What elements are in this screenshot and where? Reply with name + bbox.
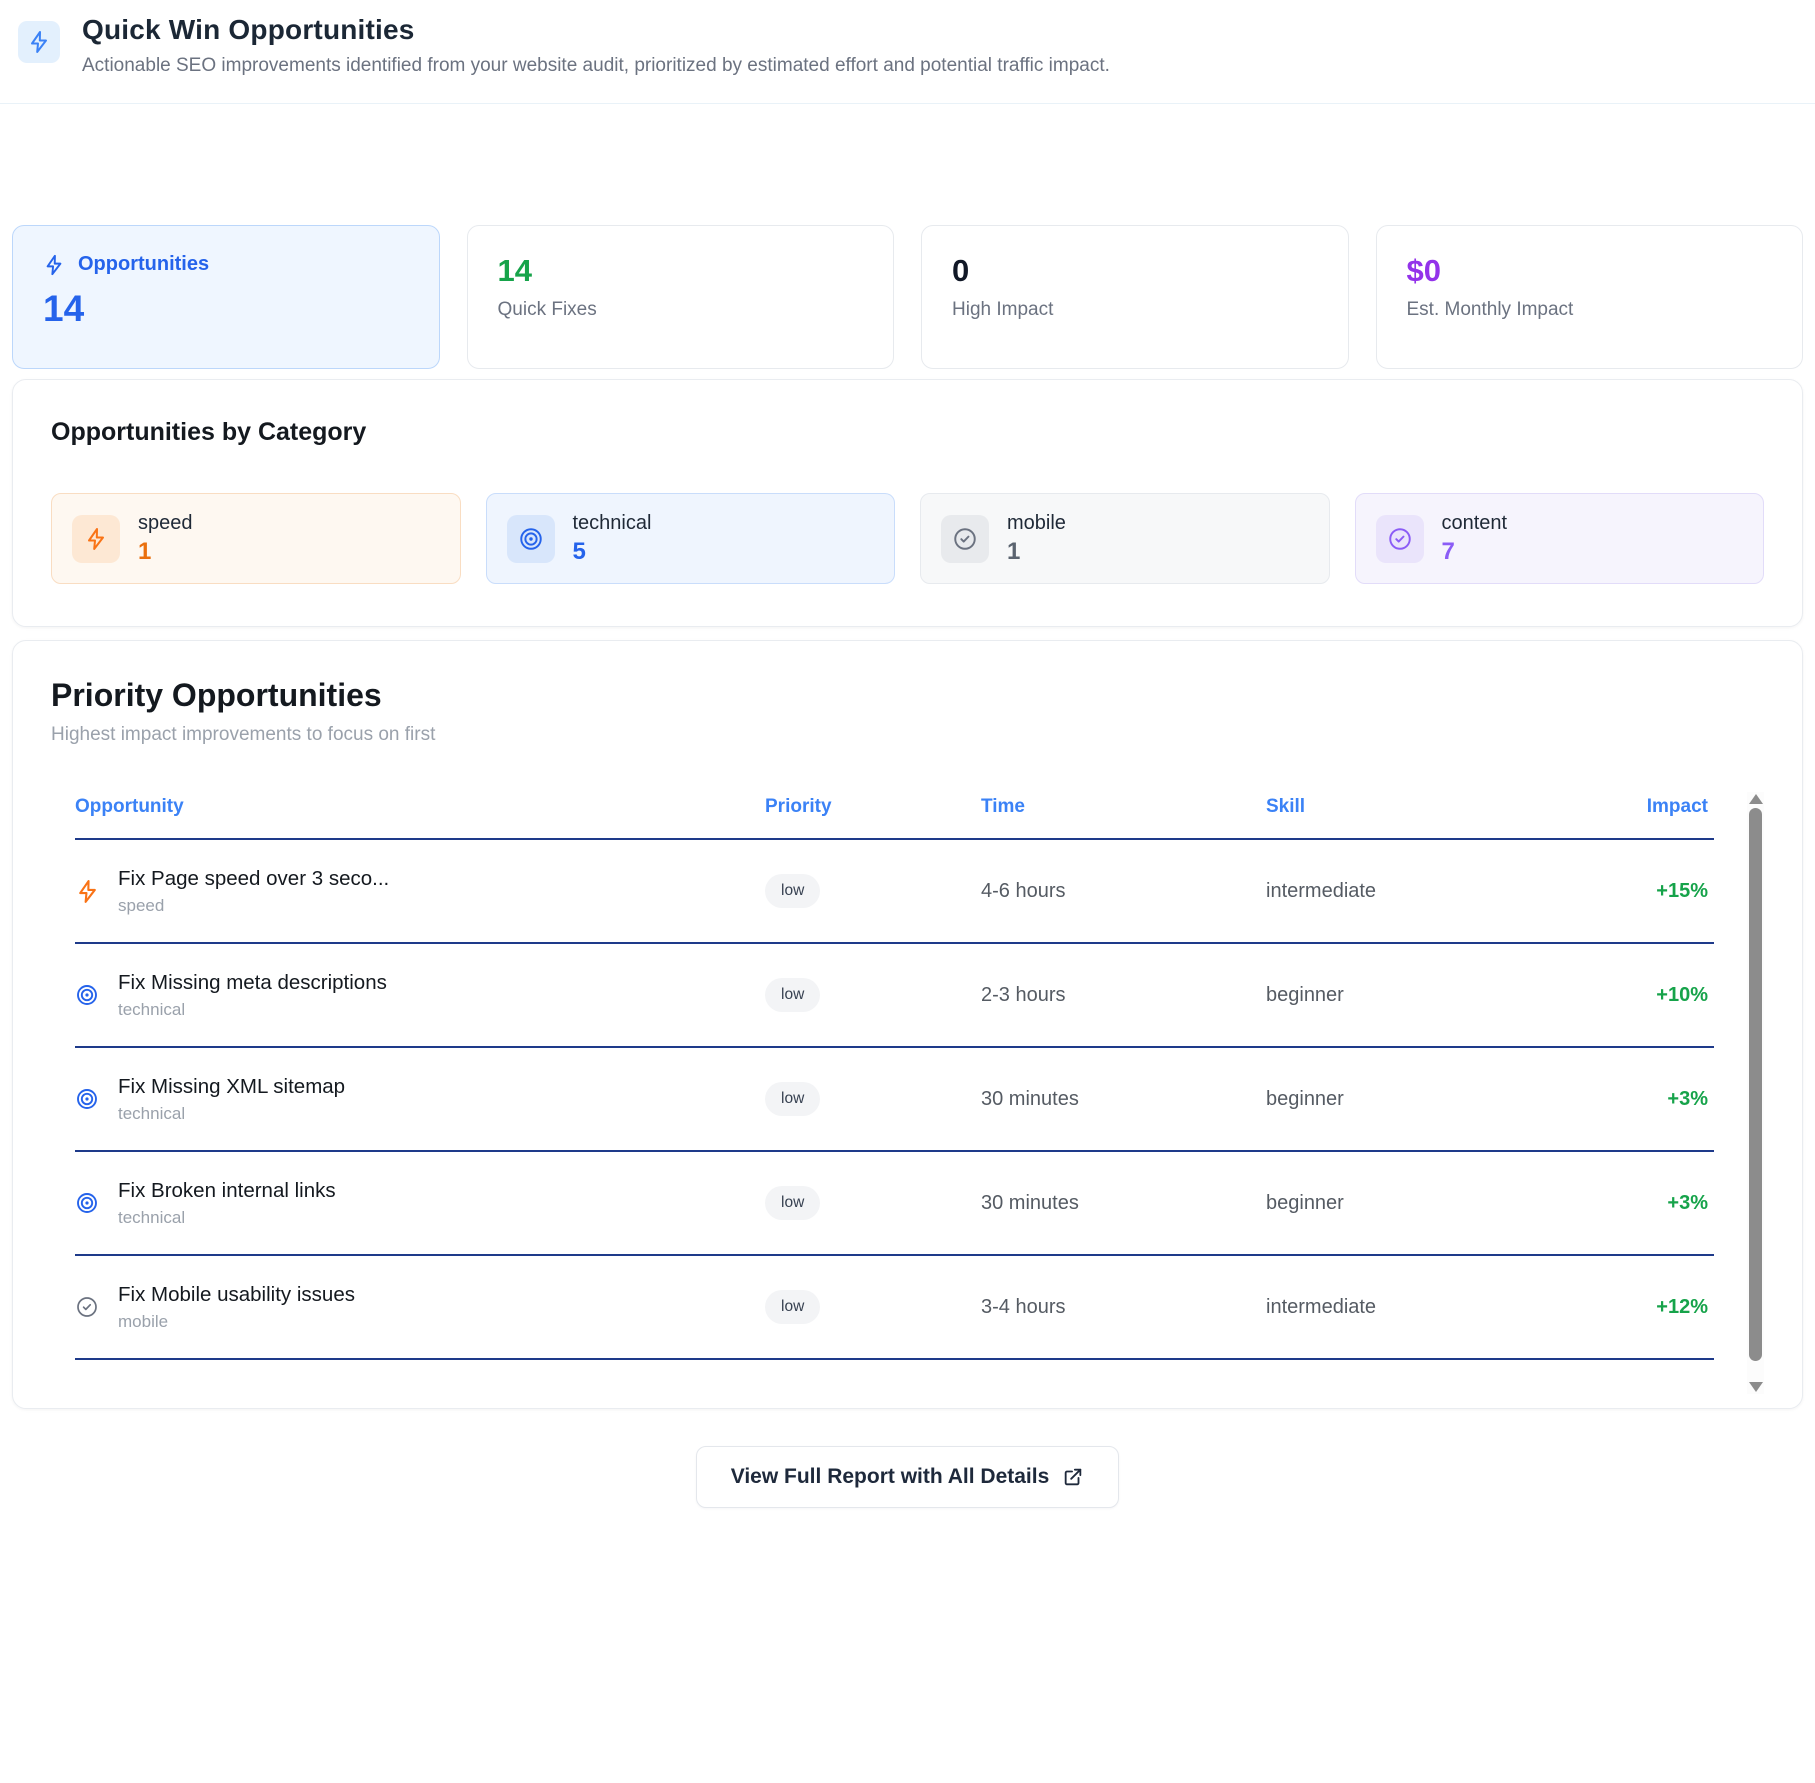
stat-cards-row: Opportunities 14 14 Quick Fixes 0 High I…	[12, 225, 1803, 369]
stat-card-high-impact[interactable]: 0 High Impact	[921, 225, 1349, 369]
category-count: 1	[138, 538, 193, 566]
impact-value: +3%	[1606, 1192, 1714, 1215]
category-label: speed	[138, 512, 193, 535]
column-header-priority[interactable]: Priority	[765, 796, 981, 818]
stat-value: 0	[952, 253, 1318, 289]
scrollbar-thumb[interactable]	[1749, 808, 1762, 1361]
lightning-icon	[18, 21, 60, 63]
stat-label: Est. Monthly Impact	[1407, 299, 1773, 321]
check-circle-icon	[75, 1295, 101, 1319]
view-full-report-button[interactable]: View Full Report with All Details	[696, 1446, 1120, 1508]
category-card-technical: technical 5	[486, 493, 896, 584]
target-icon	[507, 515, 555, 563]
time-value: 4-6 hours	[981, 880, 1266, 903]
external-link-icon	[1062, 1466, 1084, 1488]
lightning-icon	[72, 515, 120, 563]
scrollbar-track[interactable]	[1747, 808, 1764, 1378]
stat-value: 14	[498, 253, 864, 289]
opportunity-title: Fix Missing XML sitemap	[118, 1075, 345, 1099]
priority-badge: low	[765, 874, 820, 908]
opportunity-category: technical	[118, 1000, 387, 1020]
page-title: Quick Win Opportunities	[82, 14, 1110, 46]
view-full-report-label: View Full Report with All Details	[731, 1465, 1050, 1489]
stat-card-quick-fixes[interactable]: 14 Quick Fixes	[467, 225, 895, 369]
priority-badge: low	[765, 1082, 820, 1116]
stat-value: 14	[43, 288, 409, 330]
check-circle-icon	[941, 515, 989, 563]
skill-value: beginner	[1266, 1088, 1606, 1111]
target-icon	[75, 1191, 101, 1215]
target-icon	[75, 983, 101, 1007]
category-count: 7	[1442, 538, 1508, 566]
skill-value: intermediate	[1266, 1296, 1606, 1319]
opportunity-title: Fix Mobile usability issues	[118, 1283, 355, 1307]
table-row[interactable]: Fix Mobile usability issues mobile low 3…	[75, 1256, 1714, 1360]
stat-card-opportunities[interactable]: Opportunities 14	[12, 225, 440, 369]
stat-value: $0	[1407, 253, 1773, 289]
category-card-speed: speed 1	[51, 493, 461, 584]
time-value: 30 minutes	[981, 1192, 1266, 1215]
category-count: 5	[573, 538, 652, 566]
opportunity-title: Fix Page speed over 3 seco...	[118, 867, 389, 891]
column-header-skill[interactable]: Skill	[1266, 796, 1606, 818]
impact-value: +15%	[1606, 880, 1714, 903]
table-row[interactable]: Fix Missing XML sitemap technical low 30…	[75, 1048, 1714, 1152]
impact-value: +10%	[1606, 984, 1714, 1007]
priority-badge: low	[765, 1186, 820, 1220]
priority-badge: low	[765, 1290, 820, 1324]
stat-label: Opportunities	[78, 253, 209, 276]
category-count: 1	[1007, 538, 1066, 566]
opportunity-category: technical	[118, 1104, 345, 1124]
impact-value: +3%	[1606, 1088, 1714, 1111]
time-value: 2-3 hours	[981, 984, 1266, 1007]
category-label: mobile	[1007, 512, 1066, 535]
page-subtitle: Actionable SEO improvements identified f…	[82, 55, 1110, 77]
vertical-scrollbar[interactable]	[1747, 792, 1764, 1394]
scroll-up-arrow-icon[interactable]	[1749, 794, 1763, 804]
priority-badge: low	[765, 978, 820, 1012]
category-card-mobile: mobile 1	[920, 493, 1330, 584]
time-value: 30 minutes	[981, 1088, 1266, 1111]
column-header-time[interactable]: Time	[981, 796, 1266, 818]
table-row[interactable]: Fix Page speed over 3 seco... speed low …	[75, 840, 1714, 944]
categories-title: Opportunities by Category	[51, 418, 1764, 447]
stat-label: High Impact	[952, 299, 1318, 321]
table-header-row: Opportunity Priority Time Skill Impact	[75, 786, 1714, 840]
priority-table: Opportunity Priority Time Skill Impact F…	[75, 786, 1764, 1360]
skill-value: beginner	[1266, 984, 1606, 1007]
page-header: Quick Win Opportunities Actionable SEO i…	[0, 0, 1815, 104]
category-card-content: content 7	[1355, 493, 1765, 584]
table-row[interactable]: Fix Missing meta descriptions technical …	[75, 944, 1714, 1048]
check-circle-icon	[1376, 515, 1424, 563]
skill-value: beginner	[1266, 1192, 1606, 1215]
opportunity-category: technical	[118, 1208, 336, 1228]
table-row[interactable]: Fix Broken internal links technical low …	[75, 1152, 1714, 1256]
scroll-down-arrow-icon[interactable]	[1749, 1382, 1763, 1392]
target-icon	[75, 1087, 101, 1111]
priority-section: Priority Opportunities Highest impact im…	[12, 640, 1803, 1409]
category-label: content	[1442, 512, 1508, 535]
opportunity-title: Fix Missing meta descriptions	[118, 971, 387, 995]
opportunity-category: mobile	[118, 1312, 355, 1332]
lightning-icon	[75, 879, 101, 904]
opportunity-category: speed	[118, 896, 389, 916]
priority-title: Priority Opportunities	[51, 677, 1764, 714]
stat-card-monthly-impact[interactable]: $0 Est. Monthly Impact	[1376, 225, 1804, 369]
column-header-impact[interactable]: Impact	[1606, 796, 1714, 818]
opportunity-title: Fix Broken internal links	[118, 1179, 336, 1203]
priority-subtitle: Highest impact improvements to focus on …	[51, 724, 1764, 746]
column-header-opportunity[interactable]: Opportunity	[75, 796, 765, 818]
lightning-icon	[43, 254, 65, 276]
categories-section: Opportunities by Category speed 1 techni…	[12, 379, 1803, 627]
time-value: 3-4 hours	[981, 1296, 1266, 1319]
category-label: technical	[573, 512, 652, 535]
impact-value: +12%	[1606, 1296, 1714, 1319]
skill-value: intermediate	[1266, 880, 1606, 903]
stat-label: Quick Fixes	[498, 299, 864, 321]
